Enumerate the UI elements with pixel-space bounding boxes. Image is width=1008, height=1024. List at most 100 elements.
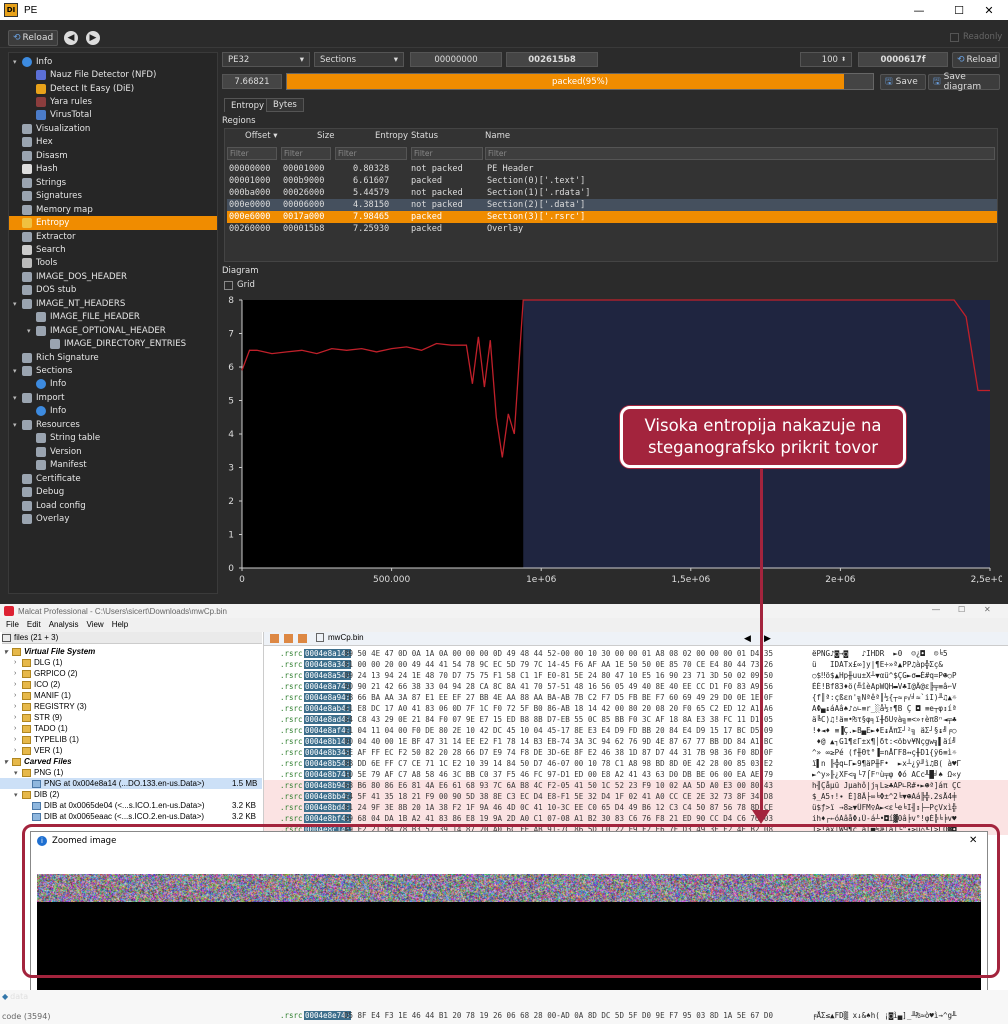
size-field[interactable]: 002615b8 <box>506 52 598 67</box>
file-list-item[interactable]: › STR (9) <box>0 712 262 723</box>
tree-item-dos-stub[interactable]: DOS stub <box>9 284 217 297</box>
forward-icon[interactable]: ▶ <box>764 633 771 644</box>
column-size[interactable]: Size <box>317 131 334 141</box>
save-button[interactable]: 🖫 Save <box>880 74 926 90</box>
reload-button-2[interactable]: ⟲ Reload <box>952 52 1000 68</box>
hex-row[interactable]: .rsrc 0004e8b14: 00 04 40 00 1E BF 47 31 1… <box>264 736 1008 747</box>
table-row[interactable]: 000e6000 0017a000 7.98465 packed Section(3)[… <box>227 211 997 223</box>
minimize-icon[interactable]: — <box>932 605 940 614</box>
tab-bytes[interactable]: Bytes <box>266 98 304 112</box>
menu-view[interactable]: View <box>86 620 103 629</box>
file-list-item[interactable]: › DLG (1) <box>0 657 262 668</box>
close-icon[interactable]: ✕ <box>984 605 991 614</box>
filter-offset-input[interactable]: Filter <box>227 147 277 160</box>
column-status[interactable]: Status <box>411 131 438 141</box>
file-list-item[interactable]: › MANIF (1) <box>0 690 262 701</box>
tree-item-import[interactable]: ▾ Import <box>9 391 217 404</box>
save-diagram-button[interactable]: 🖫 Save diagram <box>928 72 1000 92</box>
tree-item-version[interactable]: Version <box>9 445 217 458</box>
tree-item-image-optional-header[interactable]: ▾ IMAGE_OPTIONAL_HEADER <box>9 324 217 337</box>
menu-file[interactable]: File <box>6 620 19 629</box>
tree-item-search[interactable]: Search <box>9 243 217 256</box>
file-list-item[interactable]: ▾ Carved Files <box>0 756 262 767</box>
hex-row[interactable]: .rsrc 0004e8ab4: 41 E8 DC 17 A0 41 83 06 0… <box>264 703 1008 714</box>
hex-row[interactable]: .rsrc 0004e8b94: 68 B6 80 86 E6 81 4A E6 6… <box>264 780 1008 791</box>
hex-row[interactable]: .rsrc 0004e8a54: 09 24 13 94 24 1E 48 70 D… <box>264 670 1008 681</box>
file-list-item[interactable]: ▾ Virtual File System <box>0 646 262 657</box>
filter-size-input[interactable]: Filter <box>281 147 331 160</box>
table-row[interactable]: 000ba000 00026000 5.44579 not packed Section… <box>227 187 997 199</box>
file-list-item[interactable]: DIB at 0x0065de04 (<...s.ICO.1.en-us.Dat… <box>0 800 262 811</box>
tree-item-resources[interactable]: ▾ Resources <box>9 418 217 431</box>
tree-item-image-nt-headers[interactable]: ▾ IMAGE_NT_HEADERS <box>9 297 217 310</box>
forward-button[interactable]: ▶ <box>86 31 100 45</box>
tree-item-info[interactable]: ▾ Info <box>9 55 217 68</box>
tree-item-memory-map[interactable]: Memory map <box>9 203 217 216</box>
hex-row[interactable]: .rsrc 0004e8ad4: 84 C8 43 29 0E 21 84 F0 0… <box>264 714 1008 725</box>
file-list-item[interactable]: › TADO (1) <box>0 723 262 734</box>
bookmark-icon[interactable] <box>270 634 279 643</box>
tree-item-nauz-file-detector-nfd-[interactable]: Nauz File Detector (NFD) <box>9 68 217 81</box>
grid-checkbox[interactable]: Grid <box>224 280 255 290</box>
hex-row[interactable]: .rsrc 0004e8b34: 5E AF FF EC F2 50 82 20 2… <box>264 747 1008 758</box>
data-tab[interactable]: ◆ data <box>2 992 28 1001</box>
tree-item-detect-it-easy-die-[interactable]: Detect It Easy (DiE) <box>9 82 217 95</box>
tree-item-yara-rules[interactable]: Yara rules <box>9 95 217 108</box>
back-button[interactable]: ◀ <box>64 31 78 45</box>
column-entropy[interactable]: Entropy <box>375 131 408 141</box>
tree-item-sections[interactable]: ▾ Sections <box>9 364 217 377</box>
mode-select[interactable]: Sections ▾ <box>314 52 404 67</box>
table-row[interactable]: 000e0000 00006000 4.38150 not packed Section… <box>227 199 997 211</box>
hex-row[interactable]: .rsrc 0004e8af4: 21 04 11 04 00 F0 DE 80 2… <box>264 725 1008 736</box>
tree-item-entropy[interactable]: Entropy <box>9 216 217 230</box>
file-type-select[interactable]: PE32 ▾ <box>222 52 310 67</box>
file-list-item[interactable]: ▾ DIB (2) <box>0 789 262 800</box>
tree-item-hash[interactable]: Hash <box>9 163 217 176</box>
table-row[interactable]: 00000000 00001000 0.80328 not packed PE Head… <box>227 163 997 175</box>
reload-button[interactable]: ⟲ Reload <box>8 30 59 46</box>
tree-item-load-config[interactable]: Load config <box>9 499 217 512</box>
tree-item-tools[interactable]: Tools <box>9 257 217 270</box>
offset-field[interactable]: 00000000 <box>410 52 502 67</box>
tab-entropy[interactable]: Entropy <box>224 98 272 112</box>
back-icon[interactable]: ◀ <box>744 633 751 644</box>
hex-row[interactable]: .rsrc 0004e8a94: 7B 66 BA AA 3A 87 E1 EE E… <box>264 692 1008 703</box>
close-icon[interactable]: ✕ <box>969 835 977 846</box>
file-list-item[interactable]: PNG at 0x004e8a14 (...DO.133.en-us.Data>… <box>0 778 262 789</box>
hex-row[interactable]: .rsrc 0004e8a34: 81 00 00 20 00 49 44 41 5… <box>264 659 1008 670</box>
file-list-item[interactable]: › GRPICO (2) <box>0 668 262 679</box>
readonly-checkbox[interactable]: Readonly <box>950 32 1002 42</box>
menu-help[interactable]: Help <box>112 620 128 629</box>
hex-row[interactable]: .rsrc 0004e8bd4: 81 24 9F 3E 8B 20 1A 38 F… <box>264 802 1008 813</box>
file-list-item[interactable]: › REGISTRY (3) <box>0 701 262 712</box>
tree-item-image-file-header[interactable]: IMAGE_FILE_HEADER <box>9 311 217 324</box>
column-name[interactable]: Name <box>485 131 510 141</box>
filter-entropy-input[interactable]: Filter <box>335 147 407 160</box>
tree-item-image-directory-entries[interactable]: IMAGE_DIRECTORY_ENTRIES <box>9 337 217 350</box>
column-offset[interactable]: Offset ▾ <box>245 131 278 141</box>
menu-edit[interactable]: Edit <box>27 620 41 629</box>
count-spinbox[interactable]: 100 ⬍ <box>800 52 852 67</box>
table-row[interactable]: 00001000 000b9000 6.61607 packed Section(0)[… <box>227 175 997 187</box>
file-tab[interactable]: mwCp.bin <box>316 633 364 642</box>
tree-item-strings[interactable]: Strings <box>9 176 217 189</box>
maximize-icon[interactable]: ☐ <box>958 605 965 614</box>
hex-row[interactable]: .rsrc 0004e8b54: 8B DD 6E FF C7 CE 71 1C E… <box>264 758 1008 769</box>
copy-icon[interactable] <box>284 634 293 643</box>
tree-item-string-table[interactable]: String table <box>9 432 217 445</box>
tree-item-overlay[interactable]: Overlay <box>9 512 217 525</box>
tree-item-info[interactable]: Info <box>9 405 217 418</box>
hex-row[interactable]: .rsrc 0004e8bb4: 24 5F 41 35 18 21 F9 00 9… <box>264 791 1008 802</box>
tree-item-virustotal[interactable]: VirusTotal <box>9 109 217 122</box>
tree-item-visualization[interactable]: Visualization <box>9 122 217 135</box>
filter-status-input[interactable]: Filter <box>411 147 483 160</box>
tree-item-certificate[interactable]: Certificate <box>9 472 217 485</box>
tree-item-image-dos-header[interactable]: IMAGE_DOS_HEADER <box>9 270 217 283</box>
paste-icon[interactable] <box>298 634 307 643</box>
file-list-item[interactable]: › ICO (2) <box>0 679 262 690</box>
hex-row[interactable]: .rsrc 0004e8bf4: 69 68 04 DA 1B A2 41 83 8… <box>264 813 1008 824</box>
file-list-item[interactable]: › VER (1) <box>0 745 262 756</box>
hex-row[interactable]: .rsrc 0004e8a14: 89 50 4E 47 0D 0A 1A 0A 0… <box>264 648 1008 659</box>
tree-item-manifest[interactable]: Manifest <box>9 459 217 472</box>
tree-item-rich-signature[interactable]: Rich Signature <box>9 351 217 364</box>
